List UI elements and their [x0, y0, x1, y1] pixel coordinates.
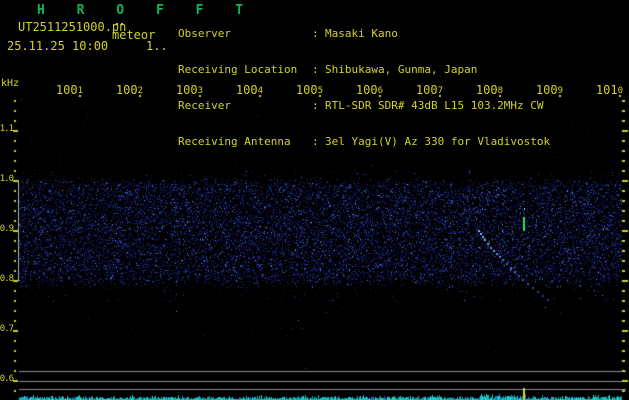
- capture-datetime: 25.11.25 10:00: [7, 39, 108, 53]
- info-label: Receiving Location: [178, 64, 312, 76]
- time-tick-label-1007: 1007: [416, 83, 443, 97]
- freq-tick-label-0-8: 0.8: [0, 274, 13, 284]
- info-row-antenna: Receiving Antenna:3el Yagi(V) Az 330 for…: [178, 136, 550, 148]
- info-row-location: Receiving Location:Shibukawa, Gunma, Jap…: [178, 64, 550, 76]
- info-colon: :: [312, 28, 325, 40]
- capture-filename: UT2511251000.pn: [18, 20, 126, 34]
- info-colon: :: [312, 136, 325, 148]
- info-label: Observer: [178, 28, 312, 40]
- time-tick-label-1004: 1004: [236, 83, 263, 97]
- time-tick-label-1001: 1001: [56, 83, 83, 97]
- echo-counter: 1..: [146, 39, 168, 53]
- time-tick-label-1003: 1003: [176, 83, 203, 97]
- info-row-observer: Observer:Masaki Kano: [178, 28, 550, 40]
- freq-tick-label-0-7: 0.7: [0, 324, 13, 334]
- time-tick-label-1002: 1002: [116, 83, 143, 97]
- info-label: Receiver: [178, 100, 312, 112]
- freq-tick-label-1-0: 1.0: [0, 174, 13, 184]
- time-tick-label-1006: 1006: [356, 83, 383, 97]
- info-colon: :: [312, 100, 325, 112]
- freq-unit-label: kHz: [1, 78, 19, 89]
- info-value: 3el Yagi(V) Az 330 for Vladivostok: [325, 136, 550, 148]
- info-value: Masaki Kano: [325, 28, 398, 40]
- info-value: Shibukawa, Gunma, Japan: [325, 64, 477, 76]
- time-tick-label-1010: 1010: [596, 83, 623, 97]
- time-tick-label-1005: 1005: [296, 83, 323, 97]
- hrofft-screen: H R O F F T UT2511251000.pn meteor 25.11…: [0, 0, 629, 400]
- info-label: Receiving Antenna: [178, 136, 312, 148]
- filename-overlap-dots: [116, 23, 118, 25]
- time-tick-label-1008: 1008: [476, 83, 503, 97]
- freq-tick-label-0-9: 0.9: [0, 224, 13, 234]
- info-row-receiver: Receiver:RTL-SDR SDR# 43dB L15 103.2MHz …: [178, 100, 550, 112]
- time-tick-label-1009: 1009: [536, 83, 563, 97]
- info-value: RTL-SDR SDR# 43dB L15 103.2MHz CW: [325, 100, 544, 112]
- freq-tick-label-1-1: 1.1: [0, 124, 13, 134]
- freq-tick-label-0-6: 0.6: [0, 374, 13, 384]
- info-colon: :: [312, 64, 325, 76]
